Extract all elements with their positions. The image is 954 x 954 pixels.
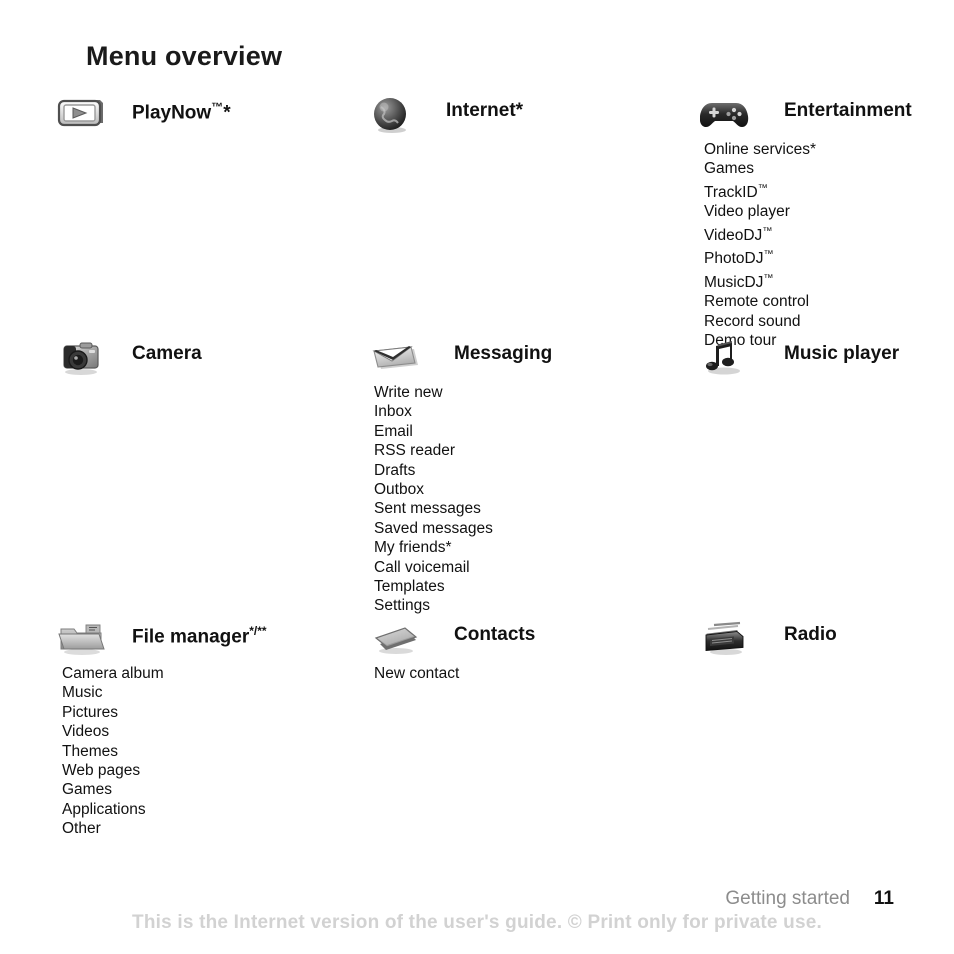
footer-section-label: Getting started — [725, 888, 850, 909]
menu-subitem[interactable]: Call voicemail — [374, 558, 493, 577]
playnow-icon — [56, 96, 108, 134]
menu-subitem[interactable]: Remote control — [704, 292, 816, 311]
menu-subitem[interactable]: Settings — [374, 596, 493, 615]
menu-entry-label: Messaging — [454, 343, 553, 364]
folder-icon — [56, 620, 108, 658]
menu-subitem[interactable]: Games — [704, 159, 816, 178]
menu-subitem[interactable]: Music — [62, 683, 164, 702]
menu-subitem[interactable]: Videos — [62, 722, 164, 741]
footer-right: Getting started 11 — [725, 888, 894, 910]
menu-subitem[interactable]: Saved messages — [374, 519, 493, 538]
menu-entry-label: Internet* — [446, 100, 524, 121]
menu-sublist-contacts: New contact — [374, 664, 459, 683]
menu-subitem[interactable]: VideoDJ™ — [704, 222, 816, 246]
page-number: 11 — [873, 888, 894, 909]
radio-icon — [700, 620, 752, 658]
menu-subitem[interactable]: Applications — [62, 800, 164, 819]
menu-entry-label: Contacts — [454, 624, 536, 645]
menu-subitem[interactable]: Other — [62, 819, 164, 838]
camera-icon — [56, 339, 108, 377]
menu-subitem[interactable]: Outbox — [374, 480, 493, 499]
menu-entry-label: Camera — [132, 343, 202, 364]
menu-subitem[interactable]: Online services* — [704, 140, 816, 159]
menu-subitem[interactable]: New contact — [374, 664, 459, 683]
menu-subitem[interactable]: Pictures — [62, 703, 164, 722]
menu-subitem[interactable]: MusicDJ™ — [704, 269, 816, 293]
menu-sublist-entertainment: Online services* Games TrackID™ Video pl… — [704, 140, 816, 351]
menu-subitem[interactable]: RSS reader — [374, 441, 493, 460]
menu-subitem[interactable]: Camera album — [62, 664, 164, 683]
menu-subitem[interactable]: Write new — [374, 383, 493, 402]
menu-subitem[interactable]: Games — [62, 780, 164, 799]
menu-subitem[interactable]: Video player — [704, 202, 816, 221]
globe-icon — [370, 96, 422, 134]
menu-entry-label: Entertainment — [784, 100, 912, 121]
menu-sublist-messaging: Write new Inbox Email RSS reader Drafts … — [374, 383, 493, 616]
menu-subitem[interactable]: PhotoDJ™ — [704, 245, 816, 269]
menu-subitem[interactable]: Drafts — [374, 461, 493, 480]
menu-sublist-file-manager: Camera album Music Pictures Videos Theme… — [62, 664, 164, 839]
music-note-icon — [700, 339, 752, 377]
envelope-icon — [370, 339, 422, 377]
menu-subitem[interactable]: Themes — [62, 742, 164, 761]
gamepad-icon — [700, 96, 752, 134]
menu-entry-file-manager[interactable]: File manager*/** Camera album Music Pict… — [56, 620, 267, 839]
menu-subitem[interactable]: Templates — [374, 577, 493, 596]
contacts-book-icon — [370, 620, 422, 658]
menu-entry-messaging[interactable]: Messaging Write new Inbox Email RSS read… — [370, 339, 552, 616]
menu-entry-contacts[interactable]: Contacts New contact — [370, 620, 535, 683]
menu-subitem[interactable]: Record sound — [704, 312, 816, 331]
menu-entry-label: Radio — [784, 624, 837, 645]
menu-subitem[interactable]: Email — [374, 422, 493, 441]
page-title: Menu overview — [86, 41, 283, 71]
menu-entry-label: File manager*/** — [132, 624, 267, 648]
menu-subitem[interactable]: Web pages — [62, 761, 164, 780]
menu-entry-label: PlayNow™* — [132, 100, 231, 124]
menu-subitem[interactable]: My friends* — [374, 538, 493, 557]
menu-entry-label: Music player — [784, 343, 900, 364]
menu-subitem[interactable]: Inbox — [374, 402, 493, 421]
menu-subitem[interactable]: Sent messages — [374, 499, 493, 518]
footer-copyright-notice: This is the Internet version of the user… — [132, 912, 822, 933]
menu-subitem[interactable]: TrackID™ — [704, 179, 816, 203]
menu-entry-entertainment[interactable]: Entertainment Online services* Games Tra… — [700, 96, 912, 351]
